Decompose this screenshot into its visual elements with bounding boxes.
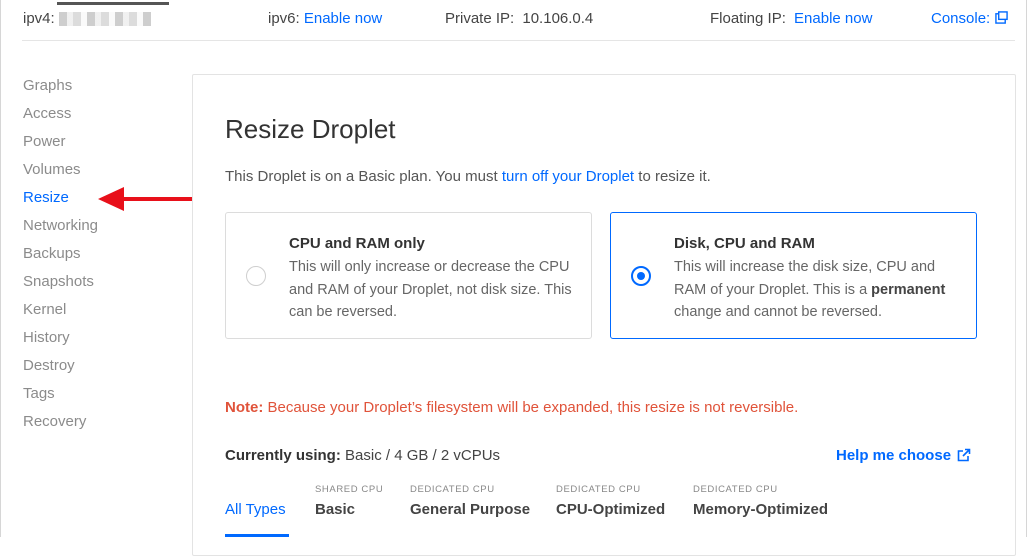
- tab-all-types[interactable]: All Types: [225, 484, 286, 518]
- sidebar-item-access[interactable]: Access: [23, 102, 98, 130]
- option-description: This will only increase or decrease the …: [289, 259, 572, 320]
- tab-label: All Types: [225, 501, 286, 518]
- tab-basic[interactable]: SHARED CPU Basic: [315, 484, 383, 518]
- help-link-label: Help me choose: [836, 447, 952, 464]
- tab-kicker: DEDICATED CPU: [410, 484, 495, 495]
- sidebar-item-snapshots[interactable]: Snapshots: [23, 270, 98, 298]
- resize-instructions: This Droplet is on a Basic plan. You mus…: [225, 168, 711, 185]
- console-link[interactable]: Console:: [931, 10, 1008, 27]
- tab-label: Memory-Optimized: [693, 501, 829, 518]
- ipv4-field: ipv4:: [23, 10, 151, 27]
- sidebar-item-backups[interactable]: Backups: [23, 242, 98, 270]
- tab-label: General Purpose: [410, 501, 531, 518]
- top-border-strip: [57, 2, 169, 5]
- external-window-icon: [995, 11, 1008, 24]
- floating-ip-field: Floating IP: Enable now: [710, 10, 872, 27]
- help-me-choose-link[interactable]: Help me choose: [836, 447, 971, 464]
- tab-memory-optimized[interactable]: DEDICATED CPU Memory-Optimized: [693, 484, 828, 518]
- floating-ip-enable-link[interactable]: Enable now: [794, 10, 872, 27]
- option-cpu-ram-only[interactable]: CPU and RAM only This will only increase…: [225, 212, 592, 339]
- current-plan-label: Currently using:: [225, 447, 341, 464]
- sidebar-item-networking[interactable]: Networking: [23, 214, 98, 242]
- radio-cpu-ram-only[interactable]: [246, 266, 266, 286]
- redacted-ipv4-value: [58, 12, 151, 27]
- tab-general-purpose[interactable]: DEDICATED CPU General Purpose: [410, 484, 530, 518]
- sidebar-item-resize[interactable]: Resize: [23, 186, 98, 214]
- tab-kicker: DEDICATED CPU: [693, 484, 778, 495]
- floating-ip-label: Floating IP:: [710, 10, 786, 27]
- private-ip-label: Private IP:: [445, 10, 515, 27]
- droplet-info-bar: ipv4: ipv6: Enable now Private IP: 10.10…: [0, 0, 1027, 40]
- description-post: change and cannot be reversed.: [674, 304, 882, 320]
- sidebar-item-kernel[interactable]: Kernel: [23, 298, 98, 326]
- tab-label: CPU-Optimized: [556, 501, 666, 518]
- topbar-divider: [22, 40, 1015, 41]
- tab-cpu-optimized[interactable]: DEDICATED CPU CPU-Optimized: [556, 484, 665, 518]
- sidebar-item-power[interactable]: Power: [23, 130, 98, 158]
- note-text: Because your Droplet’s filesystem will b…: [263, 399, 799, 416]
- sidebar-item-tags[interactable]: Tags: [23, 382, 98, 410]
- option-title: CPU and RAM only: [289, 235, 425, 252]
- tab-kicker: SHARED CPU: [315, 484, 384, 495]
- option-description: This will increase the disk size, CPU an…: [674, 256, 964, 324]
- droplet-sidebar-nav: Graphs Access Power Volumes Resize Netwo…: [23, 74, 98, 438]
- external-link-icon: [957, 448, 971, 462]
- tab-label: Basic: [315, 501, 356, 518]
- instructions-text-post: to resize it.: [634, 168, 711, 185]
- sidebar-item-destroy[interactable]: Destroy: [23, 354, 98, 382]
- page-title: Resize Droplet: [225, 114, 396, 144]
- option-title: Disk, CPU and RAM: [674, 235, 815, 252]
- turn-off-droplet-link[interactable]: turn off your Droplet: [502, 168, 634, 185]
- private-ip-field: Private IP: 10.106.0.4: [445, 10, 593, 27]
- note-label: Note:: [225, 399, 264, 416]
- console-link-label: Console:: [931, 10, 991, 27]
- current-plan-value: Basic / 4 GB / 2 vCPUs: [340, 447, 501, 464]
- ipv6-field: ipv6: Enable now: [268, 10, 382, 27]
- tab-kicker: [225, 484, 286, 498]
- sidebar-item-graphs[interactable]: Graphs: [23, 74, 98, 102]
- ipv6-label: ipv6:: [268, 10, 300, 27]
- description-emphasis: permanent: [871, 281, 946, 298]
- radio-disk-cpu-ram[interactable]: [631, 266, 651, 286]
- option-disk-cpu-ram[interactable]: Disk, CPU and RAM This will increase the…: [610, 212, 977, 339]
- instructions-text-pre: This Droplet is on a Basic plan. You mus…: [225, 168, 502, 185]
- current-plan: Currently using: Basic / 4 GB / 2 vCPUs: [225, 447, 500, 464]
- ipv6-enable-link[interactable]: Enable now: [304, 10, 382, 27]
- ipv4-label: ipv4:: [23, 10, 55, 27]
- sidebar-item-recovery[interactable]: Recovery: [23, 410, 98, 438]
- private-ip-value: 10.106.0.4: [522, 10, 594, 27]
- sidebar-item-volumes[interactable]: Volumes: [23, 158, 98, 186]
- sidebar-item-history[interactable]: History: [23, 326, 98, 354]
- irreversible-note: Note: Because your Droplet’s filesystem …: [225, 399, 798, 416]
- tab-kicker: DEDICATED CPU: [556, 484, 641, 495]
